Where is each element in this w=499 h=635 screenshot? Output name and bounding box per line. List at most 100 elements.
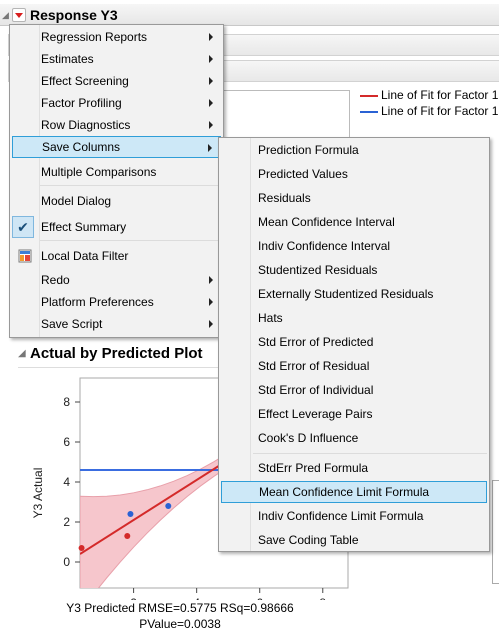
- submenu-arrow-icon: [209, 276, 213, 284]
- submenu-item-label: Studentized Residuals: [258, 263, 378, 277]
- submenu-item-label: StdErr Pred Formula: [258, 461, 369, 475]
- menu-item-multiple-comparisons[interactable]: Multiple Comparisons: [12, 161, 221, 183]
- menu-item-label: Redo: [41, 273, 70, 287]
- menu-item-label: Effect Summary: [41, 220, 127, 234]
- x-tick-label: 2: [130, 596, 137, 600]
- submenu-arrow-icon: [209, 298, 213, 306]
- submenu-item-std-error-of-residual[interactable]: Std Error of Residual: [221, 355, 487, 377]
- red-triangle-menu-icon[interactable]: [12, 8, 26, 22]
- y-tick-label: 4: [63, 475, 70, 489]
- menu-item-factor-profiling[interactable]: Factor Profiling: [12, 92, 221, 114]
- menu-item-label: Platform Preferences: [41, 295, 154, 309]
- submenu-item-cook-s-d-influence[interactable]: Cook's D Influence: [221, 427, 487, 449]
- menu-item-estimates[interactable]: Estimates: [12, 48, 221, 70]
- submenu-item-label: Std Error of Residual: [258, 359, 370, 373]
- menu-item-label: Row Diagnostics: [41, 118, 131, 132]
- pvalue-label: PValue=0.0038: [139, 617, 221, 631]
- data-filter-icon: [18, 249, 32, 263]
- menu-separator: [40, 185, 221, 186]
- submenu-item-prediction-formula[interactable]: Prediction Formula: [221, 139, 487, 161]
- submenu-item-label: Mean Confidence Interval: [258, 215, 395, 229]
- submenu-item-effect-leverage-pairs[interactable]: Effect Leverage Pairs: [221, 403, 487, 425]
- menu-item-effect-summary[interactable]: Effect Summary: [12, 216, 221, 238]
- submenu-arrow-icon: [208, 144, 212, 152]
- submenu-item-label: Hats: [258, 311, 283, 325]
- submenu-item-label: Cook's D Influence: [258, 431, 359, 445]
- x-tick-label: 4: [193, 596, 200, 600]
- submenu-item-std-error-of-predicted[interactable]: Std Error of Predicted: [221, 331, 487, 353]
- submenu-item-label: Prediction Formula: [258, 143, 359, 157]
- menu-item-label: Factor Profiling: [41, 96, 122, 110]
- submenu-arrow-icon: [209, 77, 213, 85]
- submenu-item-label: Indiv Confidence Interval: [258, 239, 391, 253]
- submenu-item-studentized-residuals[interactable]: Studentized Residuals: [221, 259, 487, 281]
- report-box: [492, 480, 499, 584]
- submenu-item-label: Effect Leverage Pairs: [258, 407, 373, 421]
- submenu-item-residuals[interactable]: Residuals: [221, 187, 487, 209]
- submenu-item-label: Indiv Confidence Limit Formula: [258, 509, 424, 523]
- disclosure-triangle-icon[interactable]: ◢: [2, 10, 9, 21]
- menu-item-label: Estimates: [41, 52, 94, 66]
- submenu-item-mean-confidence-limit-formula[interactable]: Mean Confidence Limit Formula: [221, 481, 487, 503]
- submenu-item-label: Externally Studentized Residuals: [258, 287, 434, 301]
- menu-item-local-data-filter[interactable]: Local Data Filter: [12, 245, 221, 267]
- submenu-arrow-icon: [209, 320, 213, 328]
- legend-label: Line of Fit for Factor 1: [381, 104, 499, 118]
- y-tick-label: 2: [63, 515, 70, 529]
- menu-item-save-script[interactable]: Save Script: [12, 313, 221, 335]
- submenu-item-stderr-pred-formula[interactable]: StdErr Pred Formula: [221, 457, 487, 479]
- submenu-item-indiv-confidence-limit-formula[interactable]: Indiv Confidence Limit Formula: [221, 505, 487, 527]
- submenu-item-label: Residuals: [258, 191, 311, 205]
- submenu-item-std-error-of-individual[interactable]: Std Error of Individual: [221, 379, 487, 401]
- x-axis-label: Y3 Predicted RMSE=0.5775 RSq=0.98666: [66, 601, 294, 615]
- platform-context-menu: Regression Reports Estimates Effect Screen…: [9, 24, 224, 338]
- submenu-item-predicted-values[interactable]: Predicted Values: [221, 163, 487, 185]
- menu-item-regression-reports[interactable]: Regression Reports: [12, 26, 221, 48]
- legend-line-icon: [360, 94, 378, 97]
- menu-item-label: Local Data Filter: [41, 249, 129, 263]
- menu-item-save-columns[interactable]: Save Columns: [12, 136, 221, 158]
- menu-item-label: Save Script: [41, 317, 103, 331]
- submenu-item-label: Predicted Values: [258, 167, 348, 181]
- submenu-arrow-icon: [209, 55, 213, 63]
- data-point: [127, 511, 134, 517]
- menu-separator: [40, 240, 221, 241]
- data-point: [165, 503, 172, 509]
- legend-item-2: Line of Fit for Factor 1: [360, 104, 498, 118]
- submenu-item-save-coding-table[interactable]: Save Coding Table: [221, 529, 487, 551]
- submenu-item-label: Save Coding Table: [258, 533, 359, 547]
- data-point: [78, 545, 85, 551]
- menu-item-effect-screening[interactable]: Effect Screening: [12, 70, 221, 92]
- submenu-item-externally-studentized-residuals[interactable]: Externally Studentized Residuals: [221, 283, 487, 305]
- menu-separator: [253, 453, 487, 454]
- submenu-item-label: Std Error of Predicted: [258, 335, 374, 349]
- x-tick-label: 6: [256, 596, 263, 600]
- submenu-item-hats[interactable]: Hats: [221, 307, 487, 329]
- y-tick-label: 8: [63, 395, 70, 409]
- response-title: Response Y3: [30, 7, 118, 23]
- menu-item-model-dialog[interactable]: Model Dialog: [12, 190, 221, 212]
- y-axis-label: Y3 Actual: [31, 468, 45, 519]
- submenu-item-label: Std Error of Individual: [258, 383, 374, 397]
- submenu-item-indiv-confidence-interval[interactable]: Indiv Confidence Interval: [221, 235, 487, 257]
- menu-item-row-diagnostics[interactable]: Row Diagnostics: [12, 114, 221, 136]
- menu-item-label: Regression Reports: [41, 30, 148, 44]
- legend-label: Line of Fit for Factor 1: [381, 88, 499, 102]
- legend-item-1: Line of Fit for Factor 1: [360, 88, 498, 102]
- menu-item-label: Model Dialog: [41, 194, 112, 208]
- save-columns-submenu: Prediction Formula Predicted Values Residu…: [218, 137, 490, 552]
- submenu-item-mean-confidence-interval[interactable]: Mean Confidence Interval: [221, 211, 487, 233]
- legend-line-icon: [360, 110, 378, 113]
- menu-item-redo[interactable]: Redo: [12, 269, 221, 291]
- checkmark-icon: ✔: [12, 216, 34, 238]
- section-disclosure-icon[interactable]: ◢: [18, 348, 26, 359]
- y-tick-label: 6: [63, 435, 70, 449]
- x-tick-label: 8: [319, 596, 326, 600]
- submenu-item-label: Mean Confidence Limit Formula: [259, 485, 430, 499]
- menu-item-platform-preferences[interactable]: Platform Preferences: [12, 291, 221, 313]
- menu-item-label: Multiple Comparisons: [41, 165, 157, 179]
- submenu-arrow-icon: [209, 99, 213, 107]
- submenu-arrow-icon: [209, 121, 213, 129]
- submenu-arrow-icon: [209, 33, 213, 41]
- menu-item-label: Effect Screening: [41, 74, 129, 88]
